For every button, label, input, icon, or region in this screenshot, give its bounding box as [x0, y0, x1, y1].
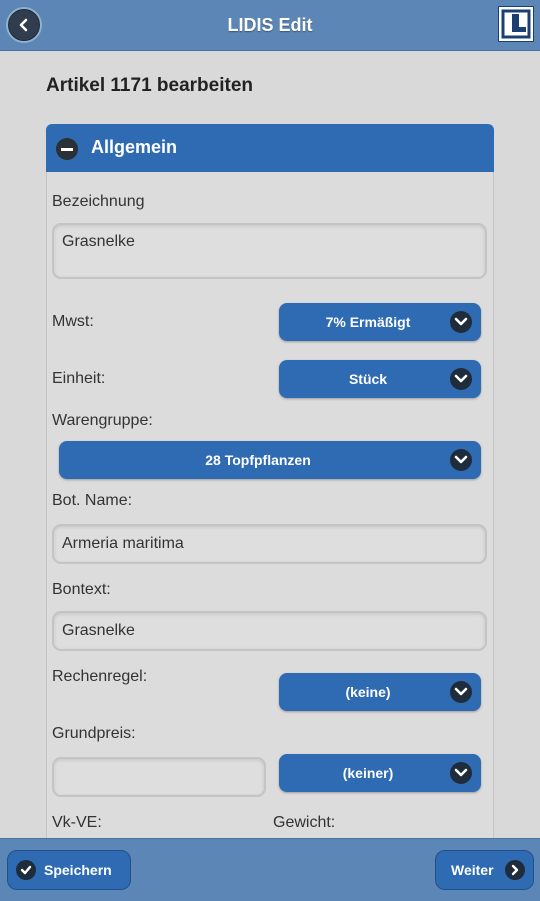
- warengruppe-select[interactable]: 28 Topfpflanzen: [59, 441, 481, 479]
- bontext-label: Bontext:: [52, 581, 111, 598]
- bottom-bar: Speichern Weiter: [0, 838, 540, 901]
- lidis-logo: [498, 6, 534, 42]
- mwst-select[interactable]: 7% Ermäßigt: [279, 303, 481, 341]
- bot-name-label: Bot. Name:: [52, 492, 133, 509]
- gewicht-label: Gewicht:: [273, 814, 336, 831]
- chevron-down-icon: [450, 449, 472, 471]
- grundpreis-label: Grundpreis:: [52, 725, 136, 742]
- check-icon: [16, 860, 36, 880]
- bot-name-field[interactable]: Armeria maritima: [52, 524, 487, 564]
- section-title: Allgemein: [91, 137, 178, 157]
- app-title: LIDIS Edit: [227, 15, 313, 35]
- mwst-selected-value: 7% Ermäßigt: [325, 314, 411, 330]
- save-label: Speichern: [44, 862, 112, 878]
- grundpreis-unit-select[interactable]: (keiner): [279, 754, 481, 792]
- warengruppe-label: Warengruppe:: [52, 412, 153, 429]
- rechenregel-select[interactable]: (keine): [279, 673, 481, 711]
- chevron-right-icon: [505, 860, 525, 880]
- rechenregel-label: Rechenregel:: [52, 668, 148, 685]
- vk-ve-label: Vk-VE:: [52, 814, 102, 831]
- chevron-down-icon: [450, 311, 472, 333]
- next-button[interactable]: Weiter: [435, 850, 534, 890]
- save-button[interactable]: Speichern: [7, 850, 131, 890]
- mwst-label: Mwst:: [52, 313, 94, 330]
- bontext-field[interactable]: Grasnelke: [52, 611, 487, 651]
- page-title: Artikel 1171 bearbeiten: [46, 75, 253, 96]
- bezeichnung-label: Bezeichnung: [52, 193, 145, 210]
- einheit-label: Einheit:: [52, 370, 106, 387]
- grundpreis-field[interactable]: [52, 757, 266, 797]
- minus-circle-icon: [56, 138, 78, 160]
- rechenregel-selected-value: (keine): [345, 684, 391, 700]
- grundpreis-unit-selected-value: (keiner): [342, 765, 394, 781]
- next-label: Weiter: [451, 862, 494, 878]
- einheit-select[interactable]: Stück: [279, 360, 481, 398]
- section-header-allgemein[interactable]: Allgemein: [46, 124, 494, 172]
- chevron-down-icon: [450, 762, 472, 784]
- chevron-down-icon: [450, 368, 472, 390]
- warengruppe-selected-value: 28 Topfpflanzen: [205, 452, 311, 468]
- chevron-down-icon: [450, 681, 472, 703]
- bezeichnung-field[interactable]: Grasnelke: [52, 223, 487, 279]
- top-bar: LIDIS Edit: [0, 0, 540, 51]
- einheit-selected-value: Stück: [348, 371, 388, 387]
